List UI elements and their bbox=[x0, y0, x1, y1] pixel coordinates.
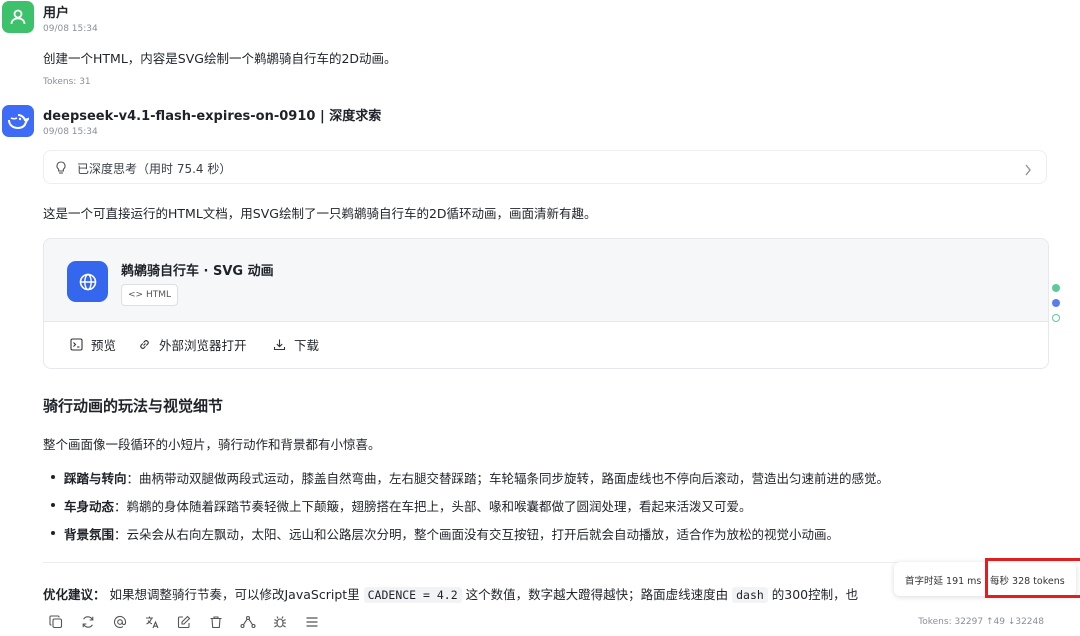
copy-icon[interactable] bbox=[47, 613, 65, 631]
bullet-dot bbox=[51, 503, 55, 507]
thinking-label: 已深度思考（用时 75.4 秒） bbox=[77, 162, 232, 176]
download-button[interactable]: 下载 bbox=[273, 335, 319, 354]
branch-icon[interactable] bbox=[239, 613, 257, 631]
bot-avatar bbox=[2, 105, 34, 137]
preview-button[interactable]: 预览 bbox=[70, 335, 116, 354]
bot-name: deepseek-v4.1-flash-expires-on-0910 | 深度… bbox=[43, 109, 382, 124]
list-item-label: 车身动态 bbox=[64, 499, 115, 514]
edit-icon[interactable] bbox=[175, 613, 193, 631]
section-heading: 骑行动画的玩法与视觉细节 bbox=[43, 397, 224, 415]
list-item-label: 背景氛围 bbox=[64, 527, 115, 542]
bot-message-time: 09/08 15:34 bbox=[43, 127, 98, 137]
open-external-button[interactable]: 外部浏览器打开 bbox=[138, 335, 247, 354]
highlight-box bbox=[985, 558, 1080, 598]
list-item-text: ：云朵会从右向左飘动，太阳、远山和公路层次分明，整个画面没有交互按钮，打开后就会… bbox=[114, 527, 840, 542]
list-item-label: 踩踏与转向 bbox=[64, 471, 127, 486]
user-message-text: 创建一个HTML，内容是SVG绘制一个鹈鹕骑自行车的2D动画。 bbox=[43, 51, 397, 66]
user-name: 用户 bbox=[43, 6, 70, 21]
artifact-title: 鹈鹕骑自行车 · SVG 动画 bbox=[121, 264, 274, 279]
translate-icon[interactable] bbox=[143, 613, 161, 631]
message-token-count: Tokens: 32297 ↑49 ↓32248 bbox=[918, 617, 1044, 627]
user-message-tokens: Tokens: 31 bbox=[43, 77, 91, 87]
code-snippet: dash bbox=[732, 587, 768, 603]
message-toolbar bbox=[47, 613, 321, 631]
code-snippet: CADENCE = 4.2 bbox=[363, 587, 462, 603]
debug-icon[interactable] bbox=[271, 613, 289, 631]
status-dot-icon bbox=[1052, 299, 1060, 307]
tip-text: 如果想调整骑行节奏，可以修改JavaScript里 bbox=[105, 587, 364, 602]
status-dot-icon bbox=[1052, 314, 1060, 322]
user-icon bbox=[10, 9, 26, 25]
list-item-text: ：曲柄带动双腿做两段式运动，膝盖自然弯曲，左右腿交替踩踏；车轮辐条同步旋转，路面… bbox=[126, 471, 890, 486]
user-message-time: 09/08 15:34 bbox=[43, 24, 98, 34]
delete-icon[interactable] bbox=[207, 613, 225, 631]
tip-text: 的300控制，也 bbox=[767, 587, 859, 602]
mention-icon[interactable] bbox=[111, 613, 129, 631]
optimization-tip: 优化建议： 如果想调整骑行节奏，可以修改JavaScript里 CADENCE … bbox=[43, 584, 858, 603]
first-token-latency: 首字时延 191 ms bbox=[905, 576, 982, 587]
section-paragraph: 整个画面像一段循环的小短片，骑行动作和背景都有小惊喜。 bbox=[43, 437, 381, 452]
preview-label: 预览 bbox=[91, 338, 117, 353]
link-icon bbox=[140, 340, 149, 349]
artifact-card: 鹈鹕骑自行车 · SVG 动画 <> HTML 预览 外部浏览器打开 下载 bbox=[43, 238, 1049, 369]
regenerate-icon[interactable] bbox=[79, 613, 97, 631]
status-dot-icon bbox=[1052, 284, 1060, 292]
globe-icon bbox=[67, 261, 108, 302]
list-item: 车身动态：鹈鹕的身体随着踩踏节奏轻微上下颠簸，翅膀搭在车把上，头部、喙和喉囊都做… bbox=[64, 496, 752, 515]
bullet-dot bbox=[51, 531, 55, 535]
whale-logo-icon bbox=[8, 114, 29, 130]
user-avatar bbox=[2, 1, 34, 33]
artifact-type-badge: <> HTML bbox=[121, 284, 178, 306]
bullet-dot bbox=[51, 475, 55, 479]
terminal-icon bbox=[70, 338, 83, 351]
tip-label: 优化建议： bbox=[43, 587, 106, 602]
artifact-card-header[interactable]: 鹈鹕骑自行车 · SVG 动画 <> HTML bbox=[44, 239, 1048, 322]
list-item: 背景氛围：云朵会从右向左飘动，太阳、远山和公路层次分明，整个画面没有交互按钮，打… bbox=[64, 524, 839, 543]
tip-text: 这个数值，数字越大蹬得越快；路面虚线速度由 bbox=[461, 587, 733, 602]
chevron-right-icon bbox=[1024, 161, 1032, 180]
open-external-label: 外部浏览器打开 bbox=[159, 338, 247, 353]
list-item: 踩踏与转向：曲柄带动双腿做两段式运动，膝盖自然弯曲，左右腿交替踩踏；车轮辐条同步… bbox=[64, 468, 889, 487]
list-item-text: ：鹈鹕的身体随着踩踏节奏轻微上下颠簸，翅膀搭在车把上，头部、喙和喉囊都做了圆润处… bbox=[114, 499, 752, 514]
bot-intro-text: 这是一个可直接运行的HTML文档，用SVG绘制了一只鹈鹕骑自行车的2D循环动画，… bbox=[43, 206, 597, 221]
lightbulb-icon bbox=[55, 160, 67, 179]
menu-icon[interactable] bbox=[303, 613, 321, 631]
thinking-toggle[interactable]: 已深度思考（用时 75.4 秒） bbox=[43, 150, 1047, 184]
download-icon bbox=[273, 339, 286, 351]
download-label: 下载 bbox=[294, 338, 320, 353]
